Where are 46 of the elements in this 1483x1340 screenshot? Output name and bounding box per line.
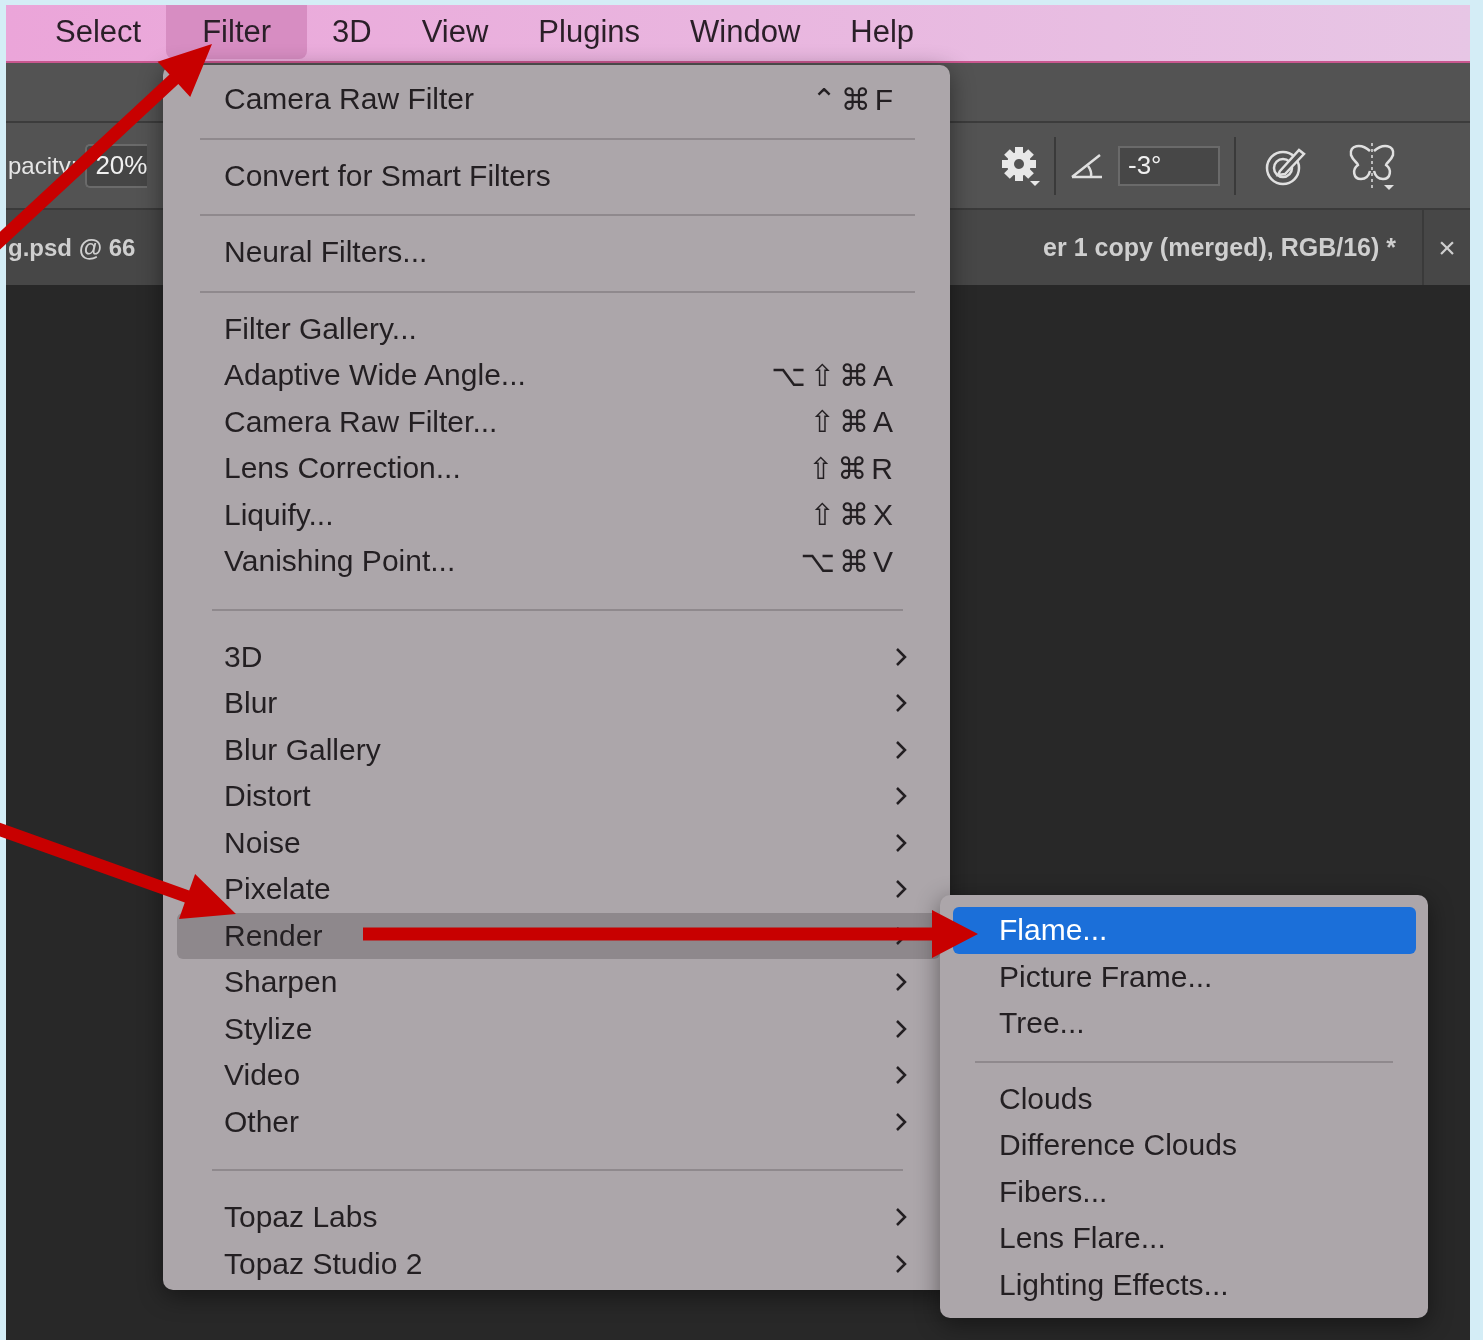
menu-item[interactable]: Topaz Studio 2 <box>177 1240 940 1287</box>
menu-item[interactable]: Stylize <box>177 1005 940 1052</box>
menu-item[interactable]: Select <box>30 5 167 59</box>
shortcut-label: ⌥⇧⌘A <box>771 357 897 393</box>
menu-item[interactable]: Help <box>825 5 940 59</box>
menu-item[interactable]: Blur <box>177 680 940 727</box>
menu-item[interactable]: Noise <box>177 819 940 866</box>
menu-item[interactable]: Lighting Effects... <box>953 1261 1416 1308</box>
menu-item[interactable]: Fibers... <box>953 1168 1416 1215</box>
shortcut-label: ⇧⌘A <box>809 404 897 440</box>
menu-item[interactable]: Sharpen <box>177 959 940 1006</box>
menu-item[interactable]: Filter <box>166 5 308 59</box>
menu-item[interactable]: Adaptive Wide Angle... ⌥⇧⌘A <box>177 352 940 399</box>
menu-item[interactable]: Neural Filters... <box>177 229 940 276</box>
shortcut-label: ⇧⌘R <box>808 450 897 486</box>
menu-item[interactable]: Video <box>177 1052 940 1099</box>
shortcut-label: ⌃⌘F <box>811 81 897 117</box>
menu-item[interactable]: Plugins <box>513 5 666 59</box>
shortcut-label: ⇧⌘X <box>809 497 897 533</box>
menu-item[interactable]: Difference Clouds <box>953 1122 1416 1169</box>
menu-item[interactable]: View <box>396 5 514 59</box>
menu-item[interactable]: Blur Gallery <box>177 726 940 773</box>
menu-item[interactable]: Window <box>665 5 826 59</box>
menu-item[interactable]: Other <box>177 1098 940 1145</box>
menu-item[interactable]: Filter Gallery... <box>177 305 940 352</box>
menu-item[interactable]: Convert for Smart Filters <box>177 152 940 199</box>
menu-item[interactable]: Tree... <box>953 1000 1416 1047</box>
menu-item[interactable]: Vanishing Point... ⌥⌘V <box>177 538 940 585</box>
document-tab[interactable]: er 1 copy (merged), RGB/16) * <box>1043 233 1396 262</box>
menu-item[interactable]: Picture Frame... <box>953 953 1416 1000</box>
angle-field[interactable]: -3° <box>1118 145 1220 186</box>
menu-item[interactable]: 3D <box>307 5 397 59</box>
menu-item[interactable]: Pixelate <box>177 866 940 913</box>
menu-item[interactable]: Distort <box>177 773 940 820</box>
document-tab[interactable]: g.psd @ 66 <box>8 233 136 262</box>
menu-item[interactable]: Lens Correction... ⇧⌘R <box>177 445 940 492</box>
close-icon[interactable]: × <box>1424 230 1470 265</box>
menu-item[interactable]: Liquify... ⇧⌘X <box>177 491 940 538</box>
menu-item[interactable]: Lens Flare... <box>953 1215 1416 1262</box>
menu-item[interactable]: Topaz Labs <box>177 1194 940 1241</box>
shortcut-label: ⌥⌘V <box>800 543 897 579</box>
menu-item[interactable]: Flame... <box>953 907 1416 954</box>
menu-item[interactable]: Clouds <box>953 1075 1416 1122</box>
gear-icon[interactable] <box>1000 144 1040 187</box>
menu-item[interactable]: 3D <box>177 633 940 680</box>
menu-item[interactable]: Camera Raw Filter... ⇧⌘A <box>177 398 940 445</box>
